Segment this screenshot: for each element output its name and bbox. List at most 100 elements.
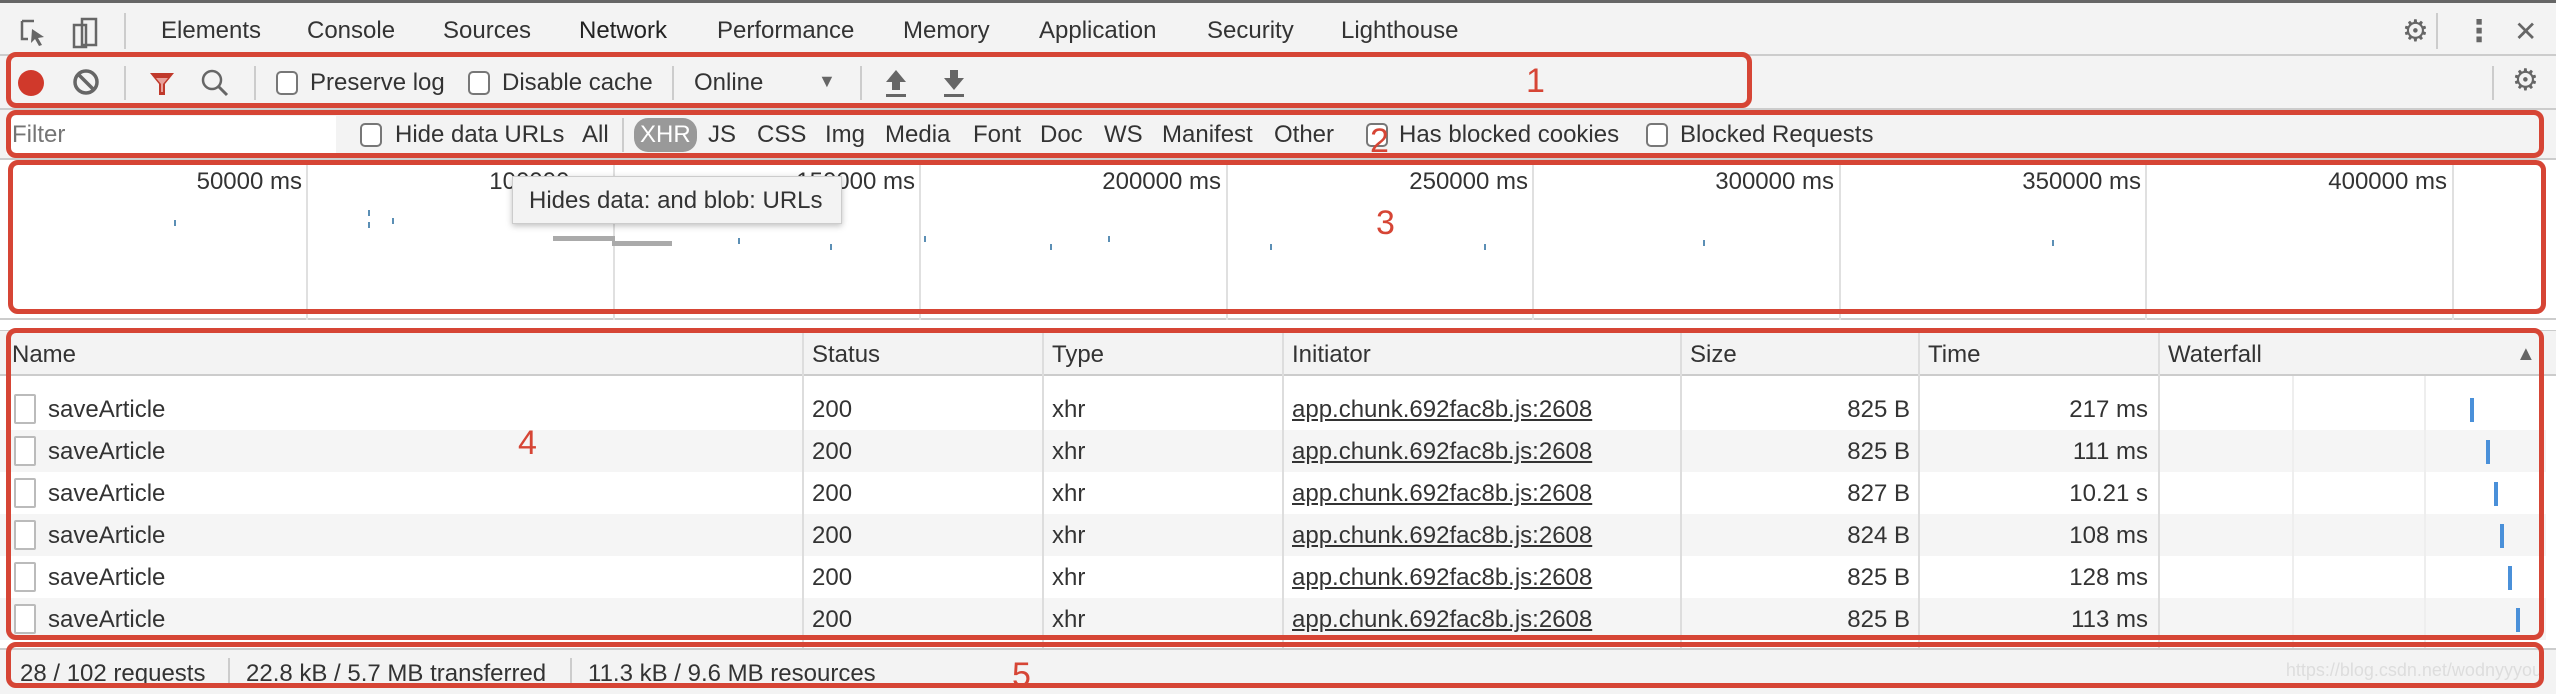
clear-icon[interactable] [72,68,100,96]
cell-initiator-link[interactable]: app.chunk.692fac8b.js:2608 [1292,522,1592,550]
column-header-waterfall[interactable]: Waterfall [2168,341,2262,369]
export-har-icon[interactable] [942,68,966,98]
network-overview-timeline[interactable]: 50000 ms 100000 ms 150000 ms 200000 ms 2… [0,160,2556,320]
filter-type-media[interactable]: Media [885,121,950,149]
table-header: Name Status Type Initiator Size Time Wat… [0,330,2556,376]
cell-name: saveArticle [48,480,166,507]
devtools-tab-bar: Elements Console Sources Network Perform… [0,0,2556,58]
preserve-log-checkbox[interactable] [276,71,298,95]
filter-type-doc[interactable]: Doc [1040,121,1083,149]
column-header-type[interactable]: Type [1052,341,1104,369]
overview-request-mark [1703,240,1705,246]
column-divider[interactable] [1042,330,1044,648]
filter-type-all[interactable]: All [582,121,609,149]
resources-size: 11.3 kB / 9.6 MB resources [588,660,876,687]
cell-time: 128 ms [2069,564,2148,591]
overview-request-bar [612,241,672,246]
tab-elements[interactable]: Elements [161,17,261,45]
record-button[interactable] [18,70,44,96]
import-har-icon[interactable] [884,68,908,98]
waterfall-bar [2500,524,2504,548]
cell-type: xhr [1052,396,1086,423]
filter-bar: Hide data URLs All XHR JS CSS Img Media … [0,110,2556,160]
tab-memory[interactable]: Memory [903,17,990,45]
annotation-label: 1 [1526,62,1545,100]
cell-initiator-link[interactable]: app.chunk.692fac8b.js:2608 [1292,606,1592,634]
tab-sources[interactable]: Sources [443,17,531,45]
device-toolbar-icon[interactable] [70,17,100,49]
divider [622,118,624,152]
filter-type-manifest[interactable]: Manifest [1162,121,1253,149]
annotation-label: 4 [518,424,537,462]
cell-initiator-link[interactable]: app.chunk.692fac8b.js:2608 [1292,438,1592,466]
filter-type-font[interactable]: Font [973,121,1021,149]
blocked-requests-checkbox[interactable] [1646,123,1668,147]
overview-request-mark [368,222,370,228]
column-divider[interactable] [802,330,804,648]
search-icon[interactable] [200,68,230,98]
table-row[interactable]: saveArticle 200 xhr app.chunk.692fac8b.j… [0,556,2546,598]
tab-lighthouse[interactable]: Lighthouse [1341,17,1458,45]
waterfall-bar [2508,566,2512,590]
table-row[interactable]: saveArticle 200 xhr app.chunk.692fac8b.j… [0,598,2546,640]
column-divider[interactable] [1680,330,1682,648]
column-header-status[interactable]: Status [812,341,880,369]
table-row[interactable]: saveArticle 200 xhr app.chunk.692fac8b.j… [0,388,2546,430]
disable-cache-checkbox[interactable] [468,71,490,95]
cell-name: saveArticle [48,564,166,591]
divider [570,658,572,688]
tab-network[interactable]: Network [579,17,667,45]
overview-gridline [2452,160,2454,320]
overview-gridline [919,160,921,320]
annotation-label: 5 [1012,656,1031,694]
filter-type-css[interactable]: CSS [757,121,806,149]
tab-console[interactable]: Console [307,17,395,45]
inspect-element-icon[interactable] [18,17,48,47]
column-header-initiator[interactable]: Initiator [1292,341,1371,369]
cell-initiator-link[interactable]: app.chunk.692fac8b.js:2608 [1292,396,1592,424]
table-row[interactable]: saveArticle 200 xhr app.chunk.692fac8b.j… [0,430,2546,472]
hide-data-urls-checkbox[interactable] [360,123,382,147]
overview-tick-label: 300000 ms [1715,168,1834,195]
close-icon[interactable]: ✕ [2514,17,2544,47]
tab-application[interactable]: Application [1039,17,1156,45]
filter-input[interactable] [6,116,336,154]
overview-tick-label: 50000 ms [196,168,302,195]
overview-tick-label: 200000 ms [1102,168,1221,195]
network-settings-gear-icon[interactable]: ⚙ [2512,66,2542,96]
tab-security[interactable]: Security [1207,17,1294,45]
column-divider[interactable] [2158,330,2160,648]
overview-tick-label: 250000 ms [1409,168,1528,195]
filter-type-img[interactable]: Img [825,121,865,149]
cell-initiator-link[interactable]: app.chunk.692fac8b.js:2608 [1292,480,1592,508]
column-header-name[interactable]: Name [12,341,76,369]
more-menu-icon[interactable]: ⋮ [2464,17,2494,47]
column-divider[interactable] [1918,330,1920,648]
preserve-log-label: Preserve log [310,69,445,96]
cell-name: saveArticle [48,522,166,549]
column-header-size[interactable]: Size [1690,341,1737,369]
table-row[interactable]: saveArticle 200 xhr app.chunk.692fac8b.j… [0,514,2546,556]
filter-icon[interactable] [148,70,176,98]
divider [2436,13,2438,49]
cell-name: saveArticle [48,396,166,423]
divider [124,66,126,100]
throttling-select[interactable]: Online ▼ [690,64,840,102]
filter-type-js[interactable]: JS [708,121,736,149]
overview-tick-label: 400000 ms [2328,168,2447,195]
waterfall-bar [2516,608,2520,632]
column-header-time[interactable]: Time [1928,341,1980,369]
xhr-file-icon [14,394,36,424]
filter-type-other[interactable]: Other [1274,121,1334,149]
cell-name: saveArticle [48,606,166,633]
tab-performance[interactable]: Performance [717,17,854,45]
cell-time: 111 ms [2072,438,2148,465]
cell-initiator-link[interactable]: app.chunk.692fac8b.js:2608 [1292,564,1592,592]
sort-ascending-icon[interactable]: ▲ [2516,343,2536,366]
settings-gear-icon[interactable]: ⚙ [2402,17,2432,47]
cell-time: 10.21 s [2069,480,2148,507]
filter-type-xhr[interactable]: XHR [634,118,697,152]
filter-type-ws[interactable]: WS [1104,121,1143,149]
table-row[interactable]: saveArticle 200 xhr app.chunk.692fac8b.j… [0,472,2546,514]
column-divider[interactable] [1282,330,1284,648]
